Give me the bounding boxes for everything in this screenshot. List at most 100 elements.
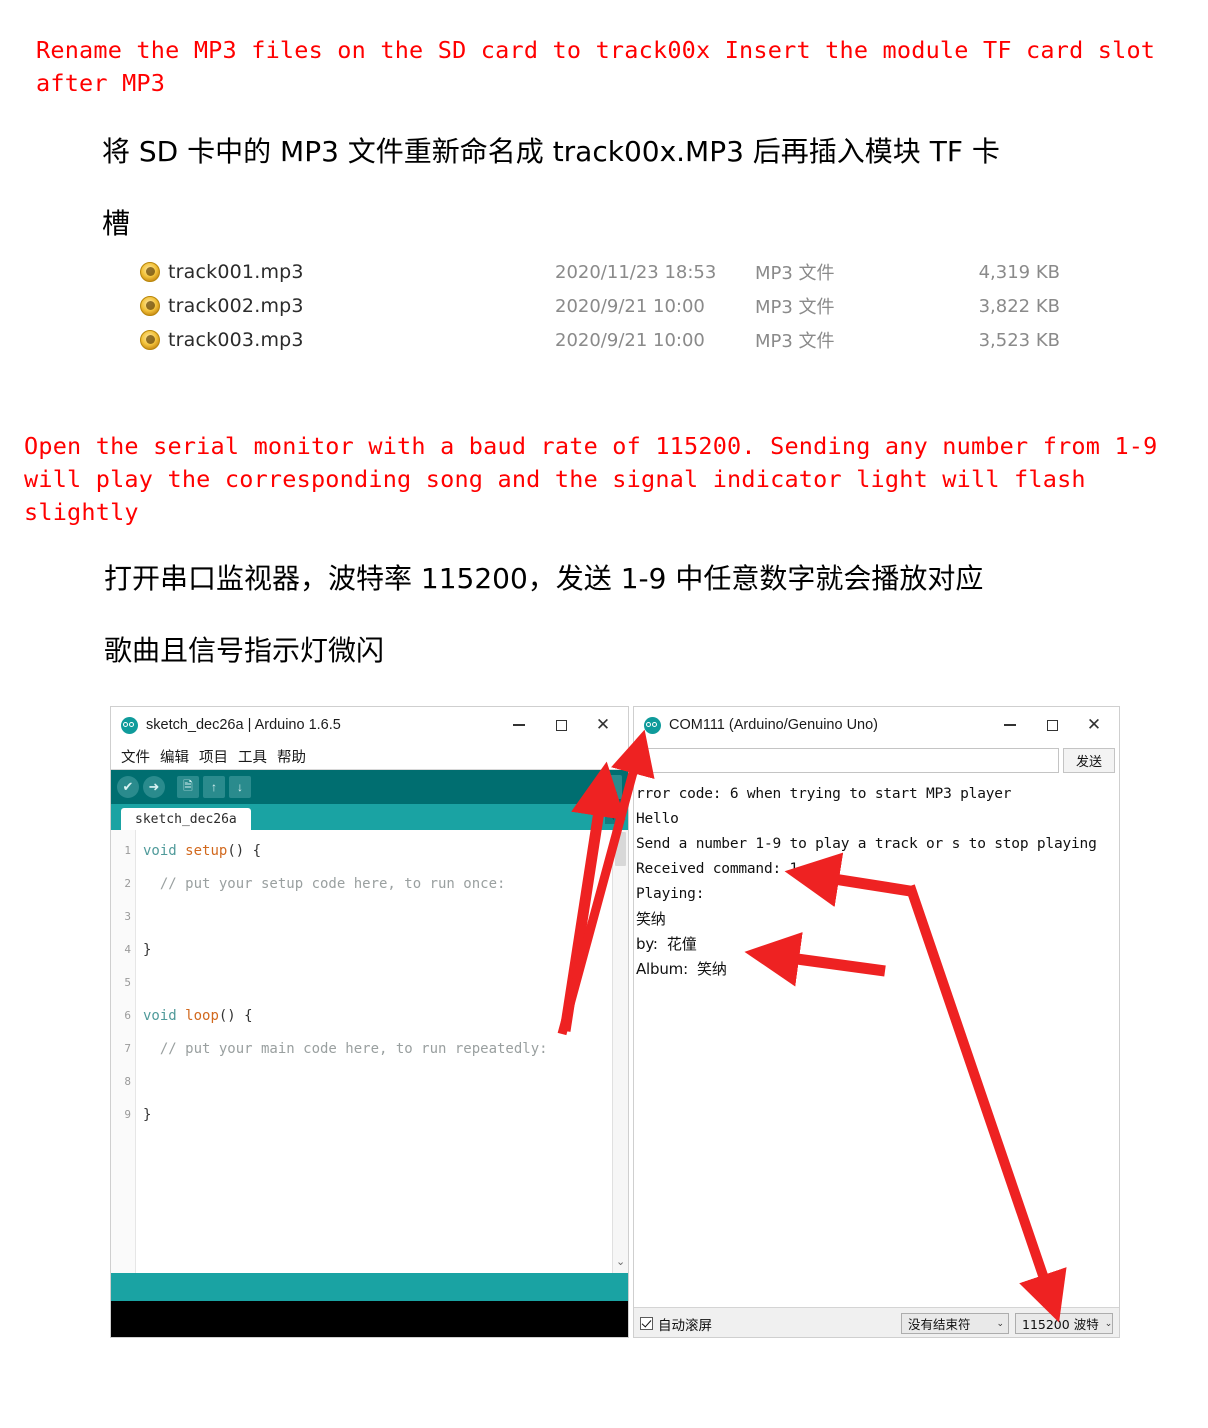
line-number: 7 bbox=[124, 1042, 131, 1055]
code-text: } bbox=[143, 941, 152, 958]
code-text: } bbox=[143, 1106, 152, 1123]
file-type: MP3 文件 bbox=[755, 263, 835, 284]
line-number: 6 bbox=[124, 1009, 131, 1022]
save-sketch-icon[interactable]: ↓ bbox=[229, 776, 251, 798]
baud-rate-value: 115200 波特 bbox=[1022, 1317, 1099, 1332]
chevron-down-icon[interactable]: ⌄ bbox=[616, 1255, 625, 1268]
menu-item-file[interactable]: 文件 bbox=[121, 746, 150, 767]
red-annotation-text-2: Open the serial monitor with a baud rate… bbox=[24, 432, 1172, 526]
ide-menu-bar: 文件 编辑 项目 工具 帮助 bbox=[111, 743, 628, 770]
line-number: 3 bbox=[124, 910, 131, 923]
mp3-file-icon bbox=[140, 262, 160, 282]
red-annotation-text-1: Rename the MP3 files on the SD card to t… bbox=[36, 36, 1170, 97]
chevron-down-icon: ⌄ bbox=[996, 1318, 1004, 1329]
menu-item-sketch[interactable]: 项目 bbox=[199, 746, 228, 767]
chevron-down-icon[interactable]: ▼ bbox=[605, 809, 622, 824]
serial-output-line: Album: 笑纳 bbox=[636, 960, 727, 978]
upload-icon[interactable]: ➜ bbox=[143, 776, 165, 798]
mp3-file-icon bbox=[140, 330, 160, 350]
code-text: void setup() { bbox=[143, 842, 262, 859]
serial-output-line: Received command: 1 bbox=[636, 860, 799, 877]
code-lines: 1 void setup() { 2 // put your setup code … bbox=[111, 834, 628, 1131]
monitor-input-row: 1 发送 bbox=[634, 743, 1119, 777]
monitor-close-button[interactable]: ✕ bbox=[1073, 710, 1115, 740]
file-list: track001.mp3 2020/11/23 18:53 MP3 文件 4,3… bbox=[140, 255, 1080, 357]
menu-item-tools[interactable]: 工具 bbox=[238, 746, 267, 767]
file-list-row[interactable]: track001.mp3 2020/11/23 18:53 MP3 文件 4,3… bbox=[140, 255, 1080, 289]
serial-monitor-window: COM111 (Arduino/Genuino Uno) ✕ 1 发送 rror… bbox=[633, 706, 1120, 1338]
autoscroll-checkbox[interactable] bbox=[640, 1317, 653, 1330]
serial-output-line: by: 花僮 bbox=[636, 935, 697, 953]
code-editor[interactable]: 1 void setup() { 2 // put your setup code … bbox=[111, 830, 628, 1273]
code-line: 2 // put your setup code here, to run on… bbox=[111, 867, 628, 900]
file-name: track003.mp3 bbox=[168, 329, 304, 351]
file-list-row[interactable]: track002.mp3 2020/9/21 10:00 MP3 文件 3,82… bbox=[140, 289, 1080, 323]
code-line: 8 bbox=[111, 1065, 628, 1098]
menu-item-edit[interactable]: 编辑 bbox=[160, 746, 189, 767]
line-ending-value: 没有结束符 bbox=[908, 1317, 971, 1332]
serial-output-line: rror code: 6 when trying to start MP3 pl… bbox=[636, 785, 1012, 802]
line-number: 4 bbox=[124, 943, 131, 956]
mp3-file-icon bbox=[140, 296, 160, 316]
code-line: 6 void loop() { bbox=[111, 999, 628, 1032]
serial-send-input[interactable]: 1 bbox=[636, 747, 1059, 773]
serial-output-line: 笑纳 bbox=[636, 910, 666, 928]
code-line: 4} bbox=[111, 933, 628, 966]
serial-output-line: Playing: bbox=[636, 885, 705, 902]
serial-output-area: rror code: 6 when trying to start MP3 pl… bbox=[634, 777, 1119, 1307]
serial-output-line: Send a number 1-9 to play a track or s t… bbox=[636, 835, 1097, 852]
screenshot-composite: sketch_dec26a | Arduino 1.6.5 ✕ 文件 编辑 项目… bbox=[110, 706, 1120, 1344]
verify-icon[interactable]: ✔ bbox=[117, 776, 139, 798]
ide-minimize-button[interactable] bbox=[498, 710, 540, 740]
ide-maximize-button[interactable] bbox=[540, 710, 582, 740]
arduino-ide-window: sketch_dec26a | Arduino 1.6.5 ✕ 文件 编辑 项目… bbox=[110, 706, 629, 1338]
monitor-maximize-button[interactable] bbox=[1031, 710, 1073, 740]
file-size: 4,319 KB bbox=[978, 261, 1060, 283]
file-name: track001.mp3 bbox=[168, 261, 304, 283]
monitor-title-bar: COM111 (Arduino/Genuino Uno) ✕ bbox=[634, 707, 1119, 743]
file-type: MP3 文件 bbox=[755, 297, 835, 318]
editor-scrollbar[interactable]: ⌄ bbox=[612, 830, 628, 1273]
scrollbar-thumb[interactable] bbox=[615, 832, 626, 866]
line-number: 9 bbox=[124, 1108, 131, 1121]
file-date: 2020/9/21 10:00 bbox=[555, 329, 705, 351]
arduino-logo-icon bbox=[644, 716, 661, 734]
ide-title-bar: sketch_dec26a | Arduino 1.6.5 ✕ bbox=[111, 707, 628, 743]
code-line: 1 void setup() { bbox=[111, 834, 628, 867]
autoscroll-label: 自动滚屏 bbox=[658, 1317, 712, 1334]
chinese-paragraph-1: 将 SD 卡中的 MP3 文件重新命名成 track00x.MP3 后再插入模块… bbox=[102, 135, 1000, 240]
sketch-tab[interactable]: sketch_dec26a bbox=[121, 808, 251, 830]
menu-item-help[interactable]: 帮助 bbox=[277, 746, 306, 767]
monitor-footer: 自动滚屏 没有结束符 ⌄ 115200 波特 ⌄ bbox=[634, 1307, 1119, 1337]
line-number: 8 bbox=[124, 1075, 131, 1088]
code-text: // put your setup code here, to run once… bbox=[143, 875, 506, 892]
document-page: Rename the MP3 files on the SD card to t… bbox=[0, 0, 1208, 1428]
file-date: 2020/11/23 18:53 bbox=[555, 261, 717, 283]
open-sketch-icon[interactable]: ↑ bbox=[203, 776, 225, 798]
file-size: 3,822 KB bbox=[978, 295, 1060, 317]
arduino-logo-icon bbox=[121, 716, 138, 734]
serial-monitor-icon[interactable]: 🔍 bbox=[598, 775, 622, 799]
chevron-down-icon: ⌄ bbox=[1104, 1318, 1113, 1329]
file-type: MP3 文件 bbox=[755, 331, 835, 352]
monitor-title-text: COM111 (Arduino/Genuino Uno) bbox=[669, 717, 879, 733]
ide-message-bar bbox=[111, 1273, 628, 1301]
ide-close-button[interactable]: ✕ bbox=[582, 710, 624, 740]
serial-output-line: Hello bbox=[636, 810, 679, 827]
baud-rate-select[interactable]: 115200 波特 ⌄ bbox=[1015, 1313, 1113, 1334]
line-number: 5 bbox=[124, 976, 131, 989]
line-ending-select[interactable]: 没有结束符 ⌄ bbox=[901, 1313, 1009, 1334]
line-number: 2 bbox=[124, 877, 131, 890]
file-list-row[interactable]: track003.mp3 2020/9/21 10:00 MP3 文件 3,52… bbox=[140, 323, 1080, 357]
chinese-paragraph-2: 打开串口监视器，波特率 115200，发送 1-9 中任意数字就会播放对应 歌曲… bbox=[104, 562, 984, 667]
ide-toolbar: ✔ ➜ 🗎 ↑ ↓ 🔍 bbox=[111, 770, 628, 804]
ide-console-output bbox=[111, 1301, 628, 1337]
line-number: 1 bbox=[124, 844, 131, 857]
ide-tab-bar: sketch_dec26a ▼ bbox=[111, 804, 628, 830]
new-sketch-icon[interactable]: 🗎 bbox=[177, 776, 199, 798]
send-button[interactable]: 发送 bbox=[1063, 747, 1115, 773]
code-text: // put your main code here, to run repea… bbox=[143, 1040, 548, 1057]
monitor-minimize-button[interactable] bbox=[989, 710, 1031, 740]
ide-title-text: sketch_dec26a | Arduino 1.6.5 bbox=[146, 717, 341, 733]
code-text: void loop() { bbox=[143, 1007, 253, 1024]
